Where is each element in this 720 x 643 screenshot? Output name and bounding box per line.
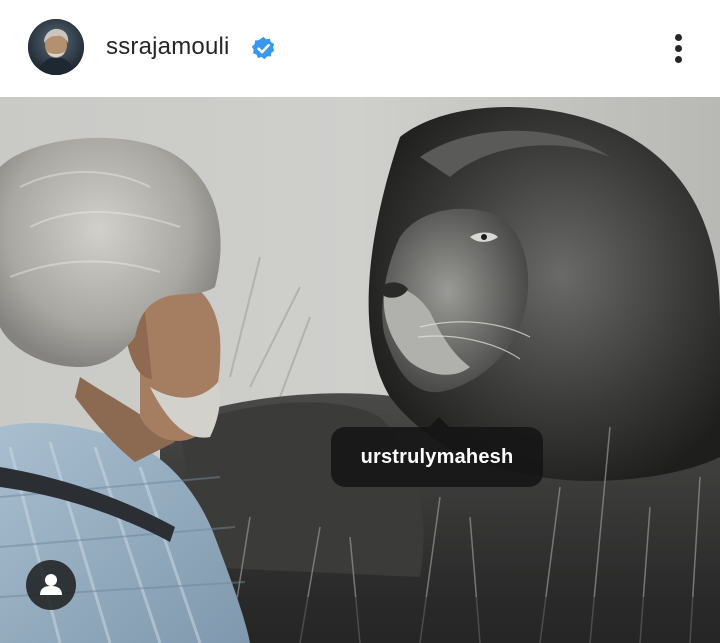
avatar-photo: [28, 19, 84, 75]
person-glyph-icon: [40, 574, 62, 595]
person-icon[interactable]: [26, 560, 76, 610]
post-header: ssrajamouli: [0, 0, 720, 97]
photo-lion-and-man: [0, 97, 720, 643]
author-avatar[interactable]: [28, 19, 84, 75]
verified-badge-icon: [251, 36, 275, 60]
post-photo[interactable]: urstrulymahesh: [0, 97, 720, 643]
more-options-icon[interactable]: [664, 30, 694, 66]
author-username[interactable]: ssrajamouli: [106, 33, 230, 61]
user-tag-tooltip[interactable]: urstrulymahesh: [331, 417, 543, 487]
